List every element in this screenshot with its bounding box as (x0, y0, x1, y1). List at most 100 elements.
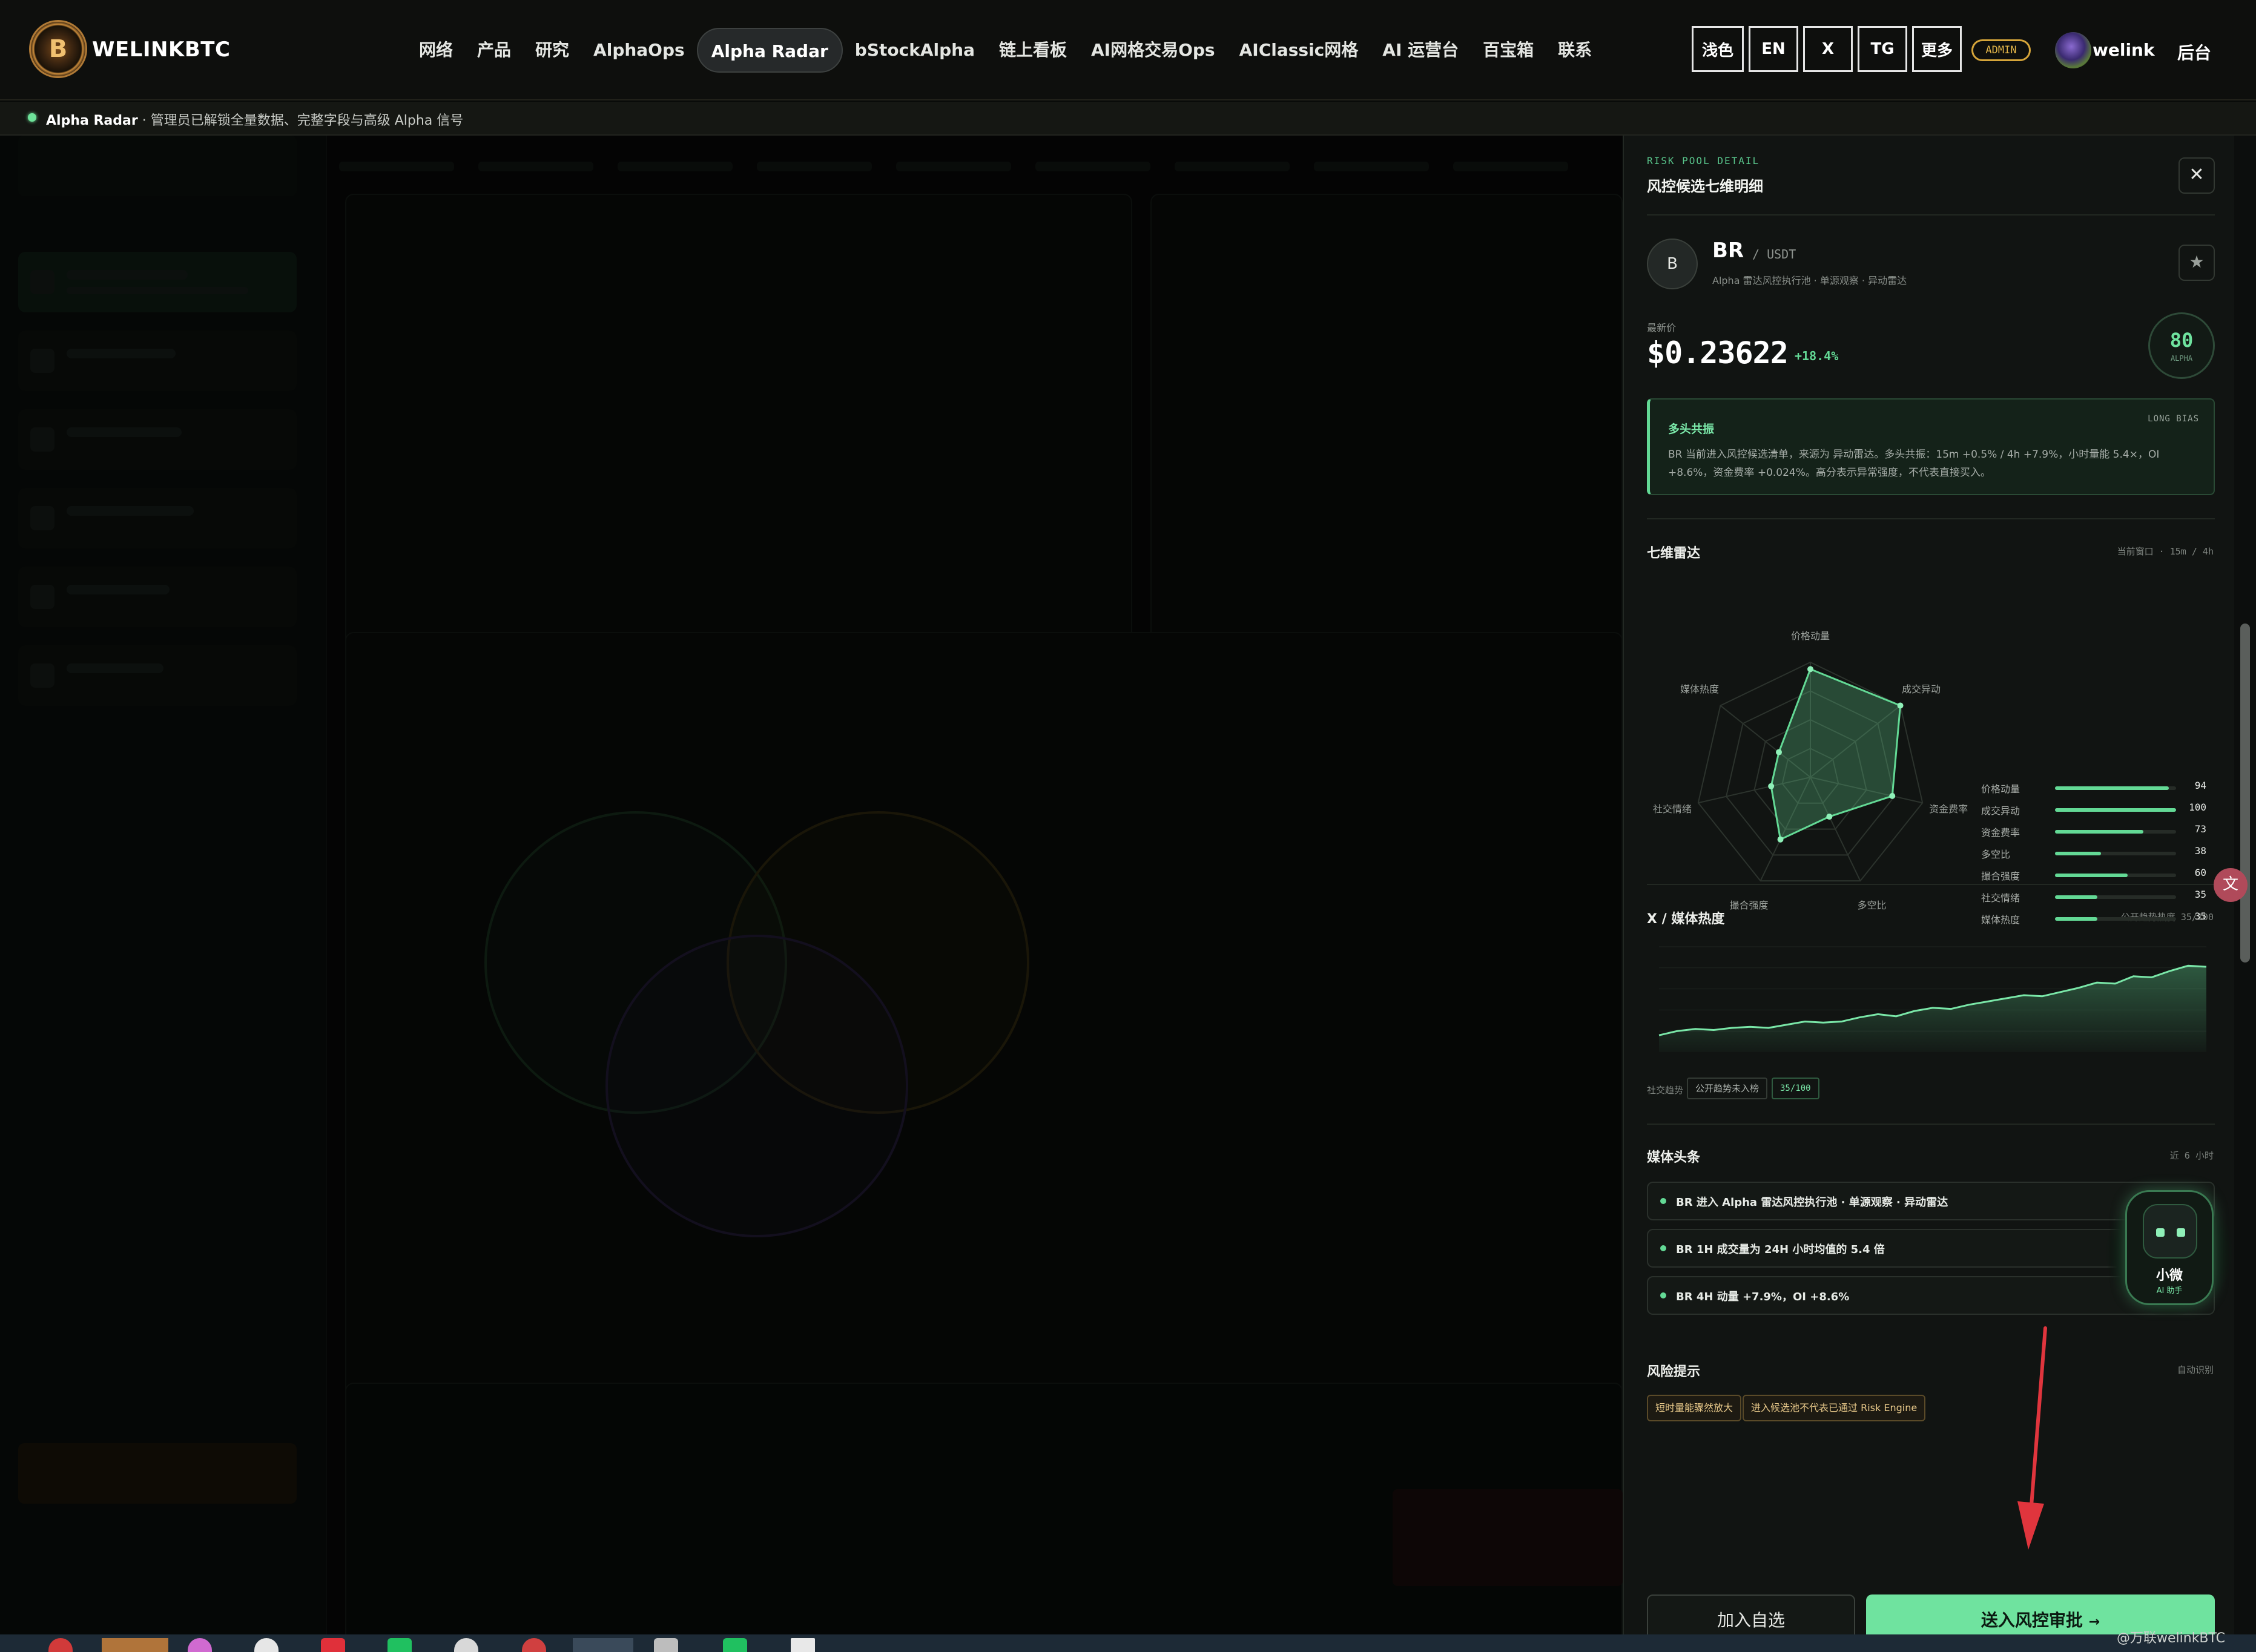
close-icon[interactable]: ✕ (2178, 157, 2215, 194)
brand-name[interactable]: WELINKBTC (92, 38, 230, 62)
radar-point (1776, 749, 1783, 755)
radar-bar-row: 资金费率 73 (1981, 823, 2217, 840)
nav-link-alpha-radar[interactable]: Alpha Radar (696, 28, 843, 73)
media-heat-title: X / 媒体热度 (1647, 912, 1725, 927)
radar-bar-row: 价格动量 94 (1981, 780, 2217, 797)
nav-link-aiclassic-grid[interactable]: AIClassic网格 (1227, 28, 1371, 73)
price-label: 最新价 (1647, 322, 1677, 334)
more-button[interactable]: 更多 (1912, 26, 1962, 72)
radar-bar-value: 35 (2194, 889, 2206, 900)
risk-tag: 短时量能骤然放大 (1647, 1395, 1742, 1421)
user-avatar[interactable] (2055, 32, 2091, 68)
radar-bar-value: 73 (2194, 823, 2206, 835)
headlines-title: 媒体头条 (1647, 1150, 1701, 1165)
coin-avatar: B (1647, 239, 1698, 289)
bullet-icon (1660, 1292, 1666, 1298)
top-navbar: B WELINKBTC 网络 产品 研究 AlphaOps Alpha Rada… (0, 0, 2256, 100)
assistant-name: 小微 (2155, 1268, 2183, 1283)
app-icon[interactable] (654, 1638, 678, 1652)
radar-bar-label: 资金费率 (1981, 827, 2020, 838)
radar-point (1777, 836, 1784, 843)
radar-axis-label: 多空比 (1858, 900, 1887, 911)
radar-title: 七维雷达 (1647, 546, 1701, 561)
subbar-text: Alpha Radar · 管理员已解锁全量数据、完整字段与高级 Alpha 信… (46, 110, 463, 129)
radar-bar-label: 社交情绪 (1981, 892, 2020, 904)
app-icon[interactable] (388, 1638, 412, 1652)
radar-bar-fill (2055, 830, 2143, 834)
nav-link-ai-ops-console[interactable]: AI 运营台 (1370, 28, 1471, 73)
radar-bar-value: 94 (2194, 780, 2206, 791)
robot-icon (2143, 1204, 2197, 1259)
watermark-text: @万联welinkBTC (2117, 1631, 2226, 1646)
app-icon[interactable] (454, 1638, 478, 1652)
main-nav: 网络 产品 研究 AlphaOps Alpha Radar bStockAlph… (407, 28, 1604, 73)
radar-bar-value: 60 (2194, 867, 2206, 878)
app-icon[interactable] (791, 1638, 815, 1652)
app-icon[interactable] (102, 1638, 168, 1652)
radar-bar-row: 成交异动 100 (1981, 801, 2217, 818)
nav-link-network[interactable]: 网络 (407, 28, 465, 73)
app-icon[interactable] (254, 1638, 279, 1652)
radar-point (1768, 783, 1775, 789)
radar-axis-label: 社交情绪 (1653, 803, 1692, 815)
translate-icon[interactable]: 文 (2214, 868, 2248, 902)
os-taskbar (0, 1634, 2256, 1652)
nav-link-research[interactable]: 研究 (523, 28, 581, 73)
radar-bar-value: 100 (2189, 801, 2206, 813)
nav-link-toolbox[interactable]: 百宝箱 (1471, 28, 1546, 73)
divider (1647, 1124, 2215, 1125)
radar-bar-row: 社交情绪 35 (1981, 889, 2217, 906)
social-trend-tag: 公开趋势未入榜 (1687, 1078, 1768, 1099)
nav-link-alphaops[interactable]: AlphaOps (581, 28, 697, 73)
arrow-right-icon: → (2088, 1614, 2100, 1630)
nav-link-bstockalpha[interactable]: bStockAlpha (843, 28, 987, 73)
app-icon[interactable] (573, 1638, 633, 1652)
social-trend-score: 35/100 (1772, 1078, 1819, 1099)
radar-point (1897, 702, 1904, 709)
divider (1647, 518, 2215, 519)
app-icon[interactable] (723, 1638, 747, 1652)
radar-bar-row: 撮合强度 60 (1981, 867, 2217, 884)
coin-tags: Alpha 雷达风控执行池 · 单源观察 · 异动雷达 (1712, 275, 1907, 286)
modal-overlay[interactable] (0, 136, 1623, 1634)
bullet-icon (1660, 1198, 1666, 1204)
nav-link-contact[interactable]: 联系 (1546, 28, 1604, 73)
radar-bar-track (2055, 874, 2176, 877)
brand-logo-icon[interactable]: B (29, 20, 87, 78)
assistant-widget[interactable]: 小微 AI 助手 (2125, 1190, 2214, 1305)
nav-link-onchain-board[interactable]: 链上看板 (987, 28, 1079, 73)
x-social-button[interactable]: X (1803, 26, 1853, 72)
radar-point (1889, 792, 1896, 799)
radar-bar-row: 媒体热度 35 (1981, 910, 2217, 927)
signal-title: 多头共振 (1668, 423, 1715, 436)
username[interactable]: welink (2093, 40, 2155, 60)
nav-link-ai-grid-ops[interactable]: AI网格交易Ops (1079, 28, 1227, 73)
scrollbar-thumb[interactable] (2240, 624, 2250, 963)
nav-link-products[interactable]: 产品 (465, 28, 523, 73)
language-button[interactable]: EN (1749, 26, 1798, 72)
app-icon[interactable] (522, 1638, 546, 1652)
social-trend-label: 社交趋势 (1647, 1085, 1684, 1096)
coin-quote: / USDT (1752, 247, 1796, 262)
add-to-watchlist-button[interactable]: 加入自选 (1647, 1594, 1855, 1634)
radar-meta: 当前窗口 · 15m / 4h (2117, 546, 2214, 557)
radar-axis-label: 资金费率 (1929, 803, 1968, 815)
radar-point (1807, 666, 1813, 673)
radar-bar-label: 撮合强度 (1981, 870, 2020, 882)
radar-bar-track (2055, 917, 2176, 921)
star-icon[interactable]: ★ (2178, 245, 2215, 281)
theme-toggle-button[interactable]: 浅色 (1692, 26, 1744, 72)
alpha-score-ring: 80 ALPHA (2148, 312, 2215, 379)
app-icon[interactable] (321, 1638, 345, 1652)
signal-text: BR 当前进入风控候选清单，来源为 异动雷达。多头共振：15m +0.5% / … (1668, 449, 2160, 479)
headlines-meta: 近 6 小时 (2169, 1150, 2214, 1161)
assistant-subtitle: AI 助手 (2156, 1286, 2183, 1295)
radar-bar-track (2055, 808, 2176, 812)
radar-bar-track (2055, 852, 2176, 855)
app-icon[interactable] (188, 1638, 212, 1652)
app-icon[interactable] (48, 1638, 73, 1652)
heat-area (1659, 966, 2206, 1052)
telegram-button[interactable]: TG (1858, 26, 1907, 72)
divider (1647, 884, 2215, 885)
backend-link[interactable]: 后台 (2177, 40, 2211, 64)
